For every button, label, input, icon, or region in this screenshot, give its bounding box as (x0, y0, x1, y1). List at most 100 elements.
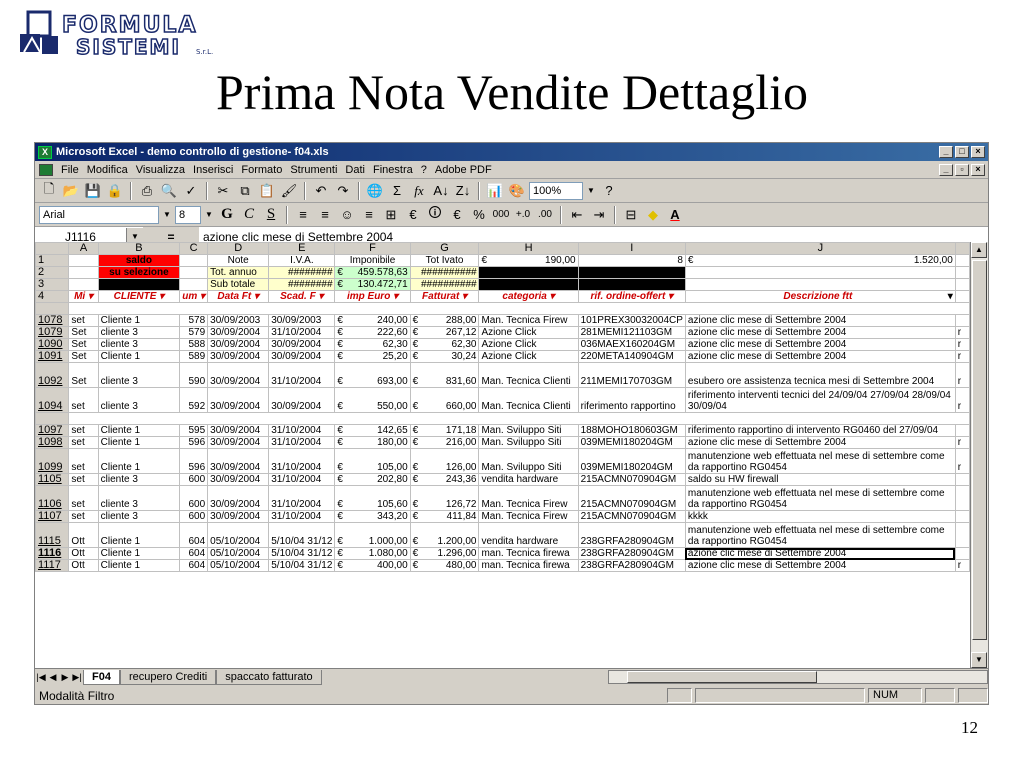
data-ft-cell[interactable]: 30/09/2004 (207, 448, 270, 474)
cut-icon[interactable]: ✂ (213, 181, 233, 201)
menu-strumenti[interactable]: Strumenti (286, 164, 341, 176)
prev-sheet-icon[interactable]: ◀ (47, 672, 59, 683)
euro-icon[interactable]: € (403, 205, 423, 225)
rif-ordine-cell[interactable]: riferimento rapportino (577, 387, 686, 413)
tab-recupero-crediti[interactable]: recupero Crediti (119, 669, 217, 685)
data-ft-cell[interactable]: 30/09/2004 (207, 424, 270, 437)
mese-cell[interactable]: Set (68, 338, 99, 351)
tot-ivato-subtotale[interactable]: ########## (409, 278, 480, 291)
doc-minimize-button[interactable]: _ (939, 163, 953, 176)
menu-modifica[interactable]: Modifica (83, 164, 132, 176)
imp-euro-cell[interactable]: €105,60 (334, 485, 411, 511)
smiley-icon[interactable]: ☺ (337, 205, 357, 225)
imp-euro-cell[interactable]: €105,00 (334, 448, 411, 474)
scadenza-cell[interactable]: 31/10/2004 (268, 510, 336, 523)
tab-f04[interactable]: F04 (83, 669, 120, 685)
row-header[interactable]: 1098 (35, 436, 70, 449)
cliente-cell[interactable]: cliente 3 (97, 510, 181, 523)
data-ft-cell[interactable]: 30/09/2004 (207, 350, 270, 363)
overflow-cell[interactable]: r (954, 559, 970, 572)
fatturato-cell[interactable]: €831,60 (409, 362, 480, 388)
categoria-cell[interactable]: Azione Click (478, 326, 579, 339)
column-header-k[interactable] (954, 242, 970, 255)
fill-color-icon[interactable]: ◆ (643, 205, 663, 225)
cell[interactable] (954, 290, 970, 303)
descrizione-cell[interactable]: manutenzione web effettuata nel mese di … (684, 448, 956, 474)
rif-ordine-cell[interactable]: 215ACMN070904GM (577, 473, 686, 486)
imp-euro-cell[interactable]: €202,80 (334, 473, 411, 486)
currency-icon[interactable]: 🛈 (425, 205, 445, 225)
overflow-cell[interactable] (954, 473, 970, 486)
data-ft-cell[interactable]: 30/09/2004 (207, 473, 270, 486)
categoria-cell[interactable]: Man. Tecnica Firew (478, 314, 579, 327)
numero-cell[interactable]: 579 (179, 326, 209, 339)
menu-visualizza[interactable]: Visualizza (132, 164, 189, 176)
descrizione-cell[interactable]: riferimento rapportino di intervento RG0… (684, 424, 956, 437)
imponibile-annuo-cell[interactable]: €459.578,63 (334, 266, 411, 279)
scadenza-cell[interactable]: 30/09/2003 (268, 314, 336, 327)
filter-rif-ordine[interactable]: rif. ordine-offert ▾ (577, 290, 686, 303)
descrizione-cell[interactable]: saldo su HW firewall (684, 473, 956, 486)
numero-cell[interactable]: 600 (179, 473, 209, 486)
categoria-cell[interactable]: Man. Sviluppo Siti (478, 436, 579, 449)
imp-euro-cell[interactable]: €1.000,00 (334, 522, 411, 548)
undo-icon[interactable]: ↶ (311, 181, 331, 201)
underline-icon[interactable]: S (261, 205, 281, 225)
overflow-cell[interactable] (954, 510, 970, 523)
cell[interactable] (954, 254, 970, 267)
filter-imp-euro[interactable]: imp Euro ▾ (334, 290, 411, 303)
chevron-down-icon[interactable]: ▼ (585, 182, 597, 199)
column-header-h[interactable]: H (478, 242, 579, 255)
fatturato-cell[interactable]: €1.200,00 (409, 522, 480, 548)
rif-ordine-cell[interactable]: 188MOHO180603GM (577, 424, 686, 437)
fatturato-cell[interactable]: €1.296,00 (409, 547, 480, 560)
thousands-icon[interactable]: 000 (491, 205, 511, 225)
categoria-cell[interactable]: vendita hardware (478, 473, 579, 486)
descrizione-cell[interactable]: azione clic mese di Settembre 2004 (684, 326, 956, 339)
row-header[interactable]: 1117 (35, 559, 70, 572)
h2-value[interactable]: 1.066.919.325 (478, 266, 579, 279)
imp-euro-cell[interactable]: €400,00 (334, 559, 411, 572)
first-sheet-icon[interactable]: |◀ (35, 672, 47, 683)
decrease-indent-icon[interactable]: ⇤ (567, 205, 587, 225)
iva-annuo[interactable]: ######## (268, 266, 336, 279)
row-header[interactable]: 1094 (35, 387, 70, 413)
cell[interactable] (179, 266, 209, 279)
mese-cell[interactable]: Set (68, 362, 99, 388)
doc-restore-button[interactable]: ▫ (955, 163, 969, 176)
data-ft-cell[interactable]: 30/09/2004 (207, 510, 270, 523)
imp-euro-cell[interactable]: €222,60 (334, 326, 411, 339)
paste-icon[interactable]: 📋 (257, 181, 277, 201)
overflow-cell[interactable]: r (954, 326, 970, 339)
numero-cell[interactable]: 604 (179, 547, 209, 560)
permission-icon[interactable]: 🔒 (105, 181, 125, 201)
row-header[interactable]: 1 (35, 254, 70, 267)
iva-header[interactable]: I.V.A. (268, 254, 336, 267)
row-header[interactable]: 2 (35, 266, 70, 279)
descrizione-cell[interactable]: esubero ore assistenza tecnica mesi di S… (684, 362, 956, 388)
print-preview-icon[interactable]: 🔍 (159, 181, 179, 201)
rif-ordine-cell[interactable]: 036MAEX160204GM (577, 338, 686, 351)
sort-descending-icon[interactable]: Z↓ (453, 181, 473, 201)
chart-wizard-icon[interactable]: 📊 (485, 181, 505, 201)
descrizione-cell[interactable]: azione clic mese di Settembre 2004 (684, 314, 956, 327)
copy-icon[interactable]: ⧉ (235, 181, 255, 201)
descrizione-cell[interactable]: manutenzione web effettuata nel mese di … (684, 485, 956, 511)
scadenza-cell[interactable]: 31/10/2004 (268, 362, 336, 388)
numero-cell[interactable]: 604 (179, 559, 209, 572)
overflow-cell[interactable]: r (954, 338, 970, 351)
tot-ivato-header[interactable]: Tot Ivato (409, 254, 480, 267)
categoria-cell[interactable]: Man. Sviluppo Siti (478, 424, 579, 437)
j1-cell[interactable]: €1.520,00 (684, 254, 956, 267)
print-icon[interactable]: ⎙ (137, 181, 157, 201)
filter-data-ft[interactable]: Data Ft ▾ (207, 290, 270, 303)
scroll-thumb[interactable] (972, 260, 987, 640)
borders-icon[interactable]: ⊟ (621, 205, 641, 225)
rif-ordine-cell[interactable]: 238GRFA280904GM (577, 559, 686, 572)
row-header[interactable]: 1079 (35, 326, 70, 339)
row-header[interactable]: 1107 (35, 510, 70, 523)
menu-file[interactable]: File (57, 164, 83, 176)
categoria-cell[interactable]: man. Tecnica firewa (478, 547, 579, 560)
align-center-icon[interactable]: ≡ (315, 205, 335, 225)
row-header[interactable]: 1092 (35, 362, 70, 388)
